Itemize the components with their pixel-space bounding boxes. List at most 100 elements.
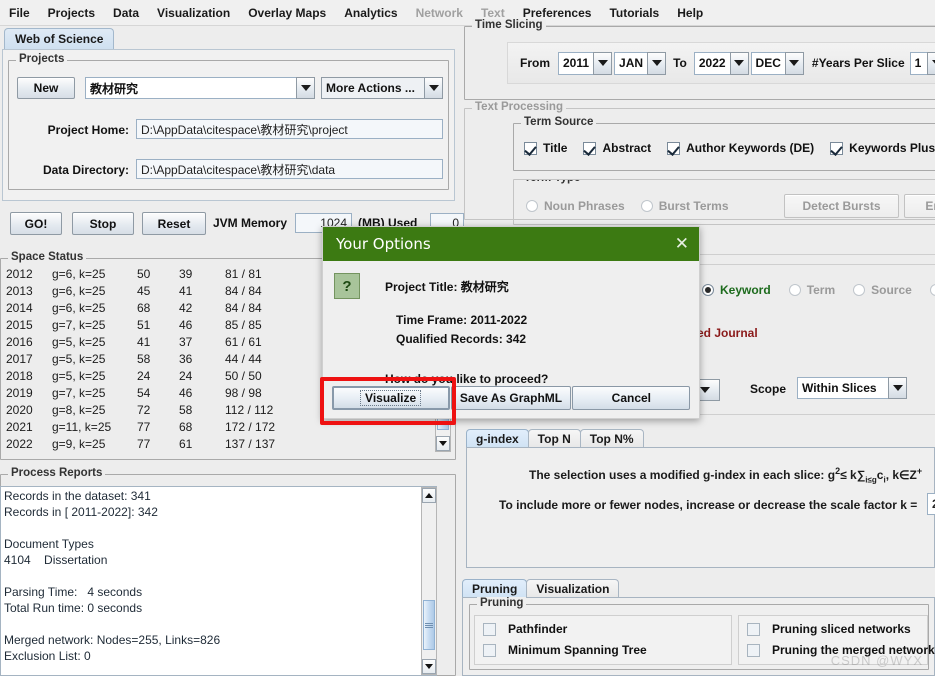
dialog-time-frame: Time Frame: 2011-2022 bbox=[396, 313, 528, 327]
your-options-dialog: Your Options ✕ ? Project Title: 教材研究 Tim… bbox=[322, 226, 700, 419]
text-processing-group: Text Processing Term Source Title Abstra… bbox=[464, 101, 935, 225]
tab-top-n[interactable]: Top N bbox=[527, 429, 581, 448]
tab-pruning[interactable]: Pruning bbox=[462, 579, 528, 598]
scrollbar-thumb[interactable] bbox=[423, 600, 435, 650]
menu-data[interactable]: Data bbox=[104, 3, 148, 23]
cell-year: 2020 bbox=[6, 402, 33, 417]
radio-keyword[interactable] bbox=[702, 284, 714, 296]
menu-overlay-maps[interactable]: Overlay Maps bbox=[239, 3, 335, 23]
cell-c4: 112 / 112 bbox=[225, 402, 274, 417]
report-line: 4104 Dissertation bbox=[4, 553, 108, 567]
cell-gk: g=11, k=25 bbox=[52, 419, 112, 434]
radio-burst-terms bbox=[640, 200, 653, 212]
time-slicing-legend: Time Slicing bbox=[472, 19, 546, 31]
chevron-down-icon[interactable] bbox=[888, 377, 907, 399]
chevron-down-icon[interactable] bbox=[784, 51, 804, 75]
chevron-down-icon[interactable] bbox=[424, 77, 443, 99]
table-row[interactable]: 2014 g=6, k=25 68 42 84 / 84 bbox=[6, 299, 315, 316]
chevron-down-icon[interactable] bbox=[647, 51, 667, 75]
stop-button[interactable]: Stop bbox=[72, 212, 134, 235]
cell-year: 2013 bbox=[6, 283, 33, 298]
to-month-select[interactable]: DEC bbox=[750, 51, 804, 75]
checkbox-minimum-spanning-tree[interactable] bbox=[483, 643, 496, 657]
cancel-button[interactable]: Cancel bbox=[572, 386, 691, 410]
checkbox-pruning-merged-network[interactable] bbox=[747, 643, 760, 657]
save-as-graphml-button[interactable]: Save As GraphML bbox=[450, 386, 572, 410]
tab-visualization[interactable]: Visualization bbox=[526, 579, 620, 598]
from-month-select[interactable]: JAN bbox=[614, 51, 667, 75]
cell-c4: 84 / 84 bbox=[225, 283, 262, 298]
label-source: Source bbox=[871, 283, 912, 297]
scroll-down-icon[interactable] bbox=[436, 436, 450, 451]
cell-c3: 41 bbox=[179, 283, 193, 298]
close-icon[interactable]: ✕ bbox=[675, 235, 689, 253]
to-year-select[interactable]: 2022 bbox=[693, 51, 749, 75]
visualize-button[interactable]: Visualize bbox=[331, 386, 450, 410]
menu-projects[interactable]: Projects bbox=[39, 3, 104, 23]
menu-help[interactable]: Help bbox=[668, 3, 712, 23]
menu-tutorials[interactable]: Tutorials bbox=[600, 3, 668, 23]
chevron-down-icon[interactable] bbox=[296, 77, 315, 99]
table-row[interactable]: 2019 g=7, k=25 54 46 98 / 98 bbox=[6, 384, 315, 401]
table-row[interactable]: 2017 g=5, k=25 58 36 44 / 44 bbox=[6, 350, 315, 367]
table-row[interactable]: 2022 g=9, k=25 77 61 137 / 137 bbox=[6, 435, 315, 452]
menu-network: Network bbox=[415, 5, 463, 20]
new-project-button[interactable]: New bbox=[17, 77, 75, 99]
years-per-slice-select[interactable]: 1 bbox=[909, 51, 935, 75]
chevron-down-icon[interactable] bbox=[593, 51, 613, 75]
project-home-field[interactable]: D:\AppData\citespace\教材研究\project bbox=[136, 119, 443, 139]
menu-analytics[interactable]: Analytics bbox=[335, 3, 406, 23]
go-button[interactable]: GO! bbox=[10, 212, 62, 235]
dialog-title: Your Options bbox=[336, 235, 431, 253]
tab-g-index[interactable]: g-index bbox=[466, 429, 529, 448]
report-line bbox=[4, 568, 433, 584]
radio-source[interactable] bbox=[853, 284, 866, 296]
menu-file[interactable]: File bbox=[0, 3, 39, 23]
radio-term[interactable] bbox=[788, 284, 801, 296]
checkbox-keywords-plus[interactable] bbox=[830, 141, 844, 155]
cell-c3: 61 bbox=[179, 436, 193, 451]
dialog-body: ? Project Title: 教材研究 Time Frame: 2011-2… bbox=[323, 261, 699, 420]
visualize-button-label: Visualize bbox=[360, 390, 422, 406]
table-row[interactable]: 2016 g=5, k=25 41 37 61 / 61 bbox=[6, 333, 315, 350]
tab-top-n-percent[interactable]: Top N% bbox=[579, 429, 644, 448]
checkbox-pruning-sliced-networks[interactable] bbox=[747, 622, 760, 636]
cell-c2: 58 bbox=[137, 351, 151, 366]
chevron-down-icon[interactable] bbox=[729, 51, 749, 75]
cell-gk: g=5, k=25 bbox=[52, 368, 106, 383]
scroll-down-icon[interactable] bbox=[422, 659, 436, 674]
checkbox-title[interactable] bbox=[524, 141, 537, 155]
menu-visualization[interactable]: Visualization bbox=[148, 3, 239, 23]
time-slicing-group: Time Slicing From 2011 JAN To 2022 DEC #… bbox=[464, 19, 935, 100]
cell-c3: 68 bbox=[179, 419, 193, 434]
checkbox-pathfinder[interactable] bbox=[483, 622, 496, 636]
scroll-up-icon[interactable] bbox=[422, 488, 436, 503]
radio-extra[interactable] bbox=[929, 284, 935, 296]
from-year-select[interactable]: 2011 bbox=[558, 51, 613, 75]
table-row[interactable]: 2012 g=6, k=25 50 39 81 / 81 bbox=[6, 265, 315, 282]
project-select[interactable]: 教材研究 bbox=[85, 77, 315, 99]
tab-web-of-science[interactable]: Web of Science bbox=[4, 28, 115, 49]
scale-factor-input[interactable]: 2 bbox=[927, 493, 935, 515]
checkbox-author-keywords[interactable] bbox=[667, 141, 681, 155]
radio-noun-phrases bbox=[526, 200, 538, 212]
chevron-down-icon[interactable] bbox=[927, 51, 935, 75]
table-row[interactable]: 2015 g=7, k=25 51 46 85 / 85 bbox=[6, 316, 315, 333]
process-reports-text[interactable]: Records in the dataset: 341 Records in [… bbox=[0, 486, 437, 676]
more-actions-select[interactable]: More Actions ... bbox=[321, 77, 443, 99]
cell-year: 2017 bbox=[6, 351, 33, 366]
table-row[interactable]: 2021 g=11, k=25 77 68 172 / 172 bbox=[6, 418, 315, 435]
data-directory-field[interactable]: D:\AppData\citespace\教材研究\data bbox=[136, 159, 443, 179]
scope-select[interactable]: Within Slices bbox=[797, 377, 907, 399]
cell-c2: 50 bbox=[137, 266, 151, 281]
reset-button[interactable]: Reset bbox=[142, 212, 206, 235]
label-keywords-plus: Keywords Plus (ID) bbox=[849, 141, 935, 155]
process-reports-scrollbar[interactable] bbox=[421, 487, 437, 675]
table-row[interactable]: 2020 g=8, k=25 72 58 112 / 112 bbox=[6, 401, 315, 418]
table-row[interactable]: 2013 g=6, k=25 45 41 84 / 84 bbox=[6, 282, 315, 299]
project-select-value: 教材研究 bbox=[85, 77, 296, 99]
cell-year: 2015 bbox=[6, 317, 33, 332]
cell-gk: g=5, k=25 bbox=[52, 351, 106, 366]
checkbox-abstract[interactable] bbox=[583, 141, 597, 155]
table-row[interactable]: 2018 g=5, k=25 24 24 50 / 50 bbox=[6, 367, 315, 384]
